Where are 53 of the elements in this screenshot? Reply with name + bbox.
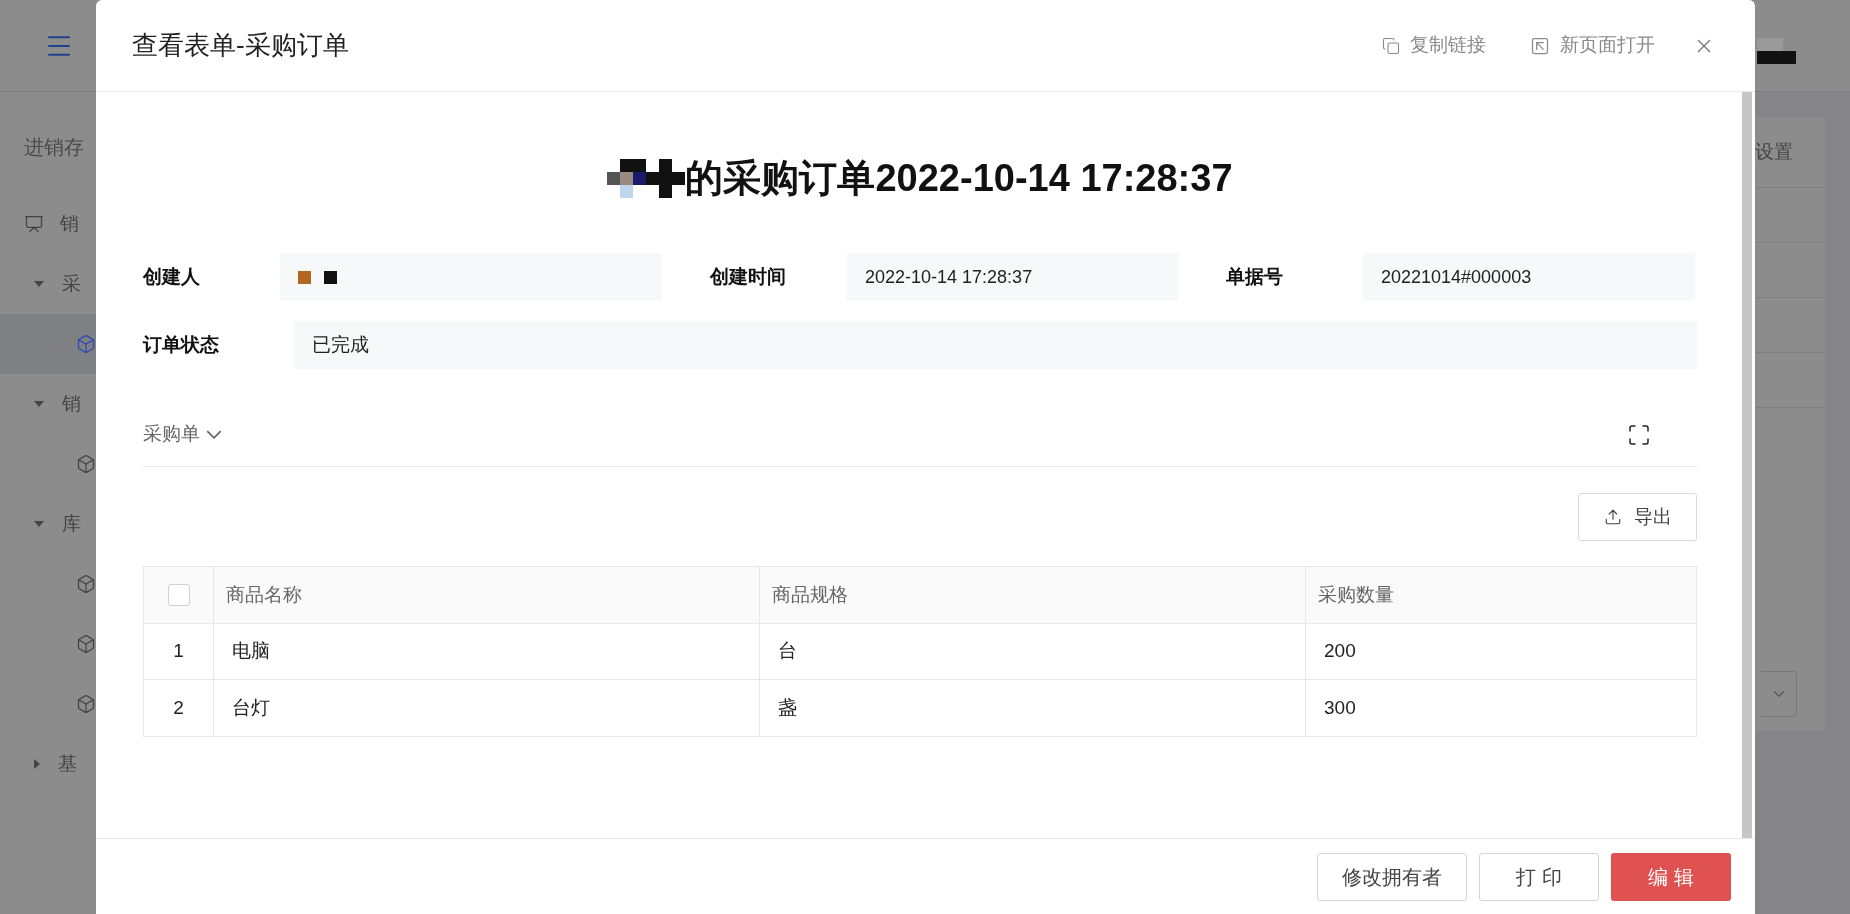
table-cell-text: 300 bbox=[1324, 695, 1356, 720]
caret-icon[interactable] bbox=[34, 281, 44, 287]
field-label: 创建人 bbox=[143, 264, 201, 289]
field-value: 2022-10-14 17:28:37 bbox=[847, 253, 1178, 301]
row-number: 1 bbox=[173, 639, 184, 664]
caret-icon[interactable] bbox=[34, 401, 44, 407]
chevron-down-icon bbox=[206, 430, 222, 439]
dialog-title: 查看表单-采购订单 bbox=[132, 29, 349, 62]
column-header: 采购数量 bbox=[1318, 582, 1394, 607]
table-cell-text: 台灯 bbox=[232, 695, 270, 720]
table-cell-text: 盏 bbox=[778, 695, 797, 720]
column-header: 商品规格 bbox=[772, 582, 848, 607]
sidebar-item[interactable]: 库 bbox=[62, 509, 81, 539]
table-cell-text: 台 bbox=[778, 639, 797, 664]
caret-icon[interactable] bbox=[34, 521, 44, 527]
sidebar-title: 进销存 bbox=[23, 135, 85, 160]
cube-icon[interactable] bbox=[76, 694, 96, 714]
edit-button[interactable]: 编 辑 bbox=[1611, 852, 1731, 901]
action-button[interactable]: 修改拥有者 bbox=[1317, 852, 1467, 901]
sidebar-item[interactable]: 销 bbox=[62, 389, 81, 419]
table-cell-text: 200 bbox=[1324, 639, 1356, 664]
presentation-icon bbox=[24, 214, 44, 234]
action-button[interactable]: 打 印 bbox=[1479, 852, 1599, 901]
redacted-name-block bbox=[298, 270, 337, 284]
cube-icon[interactable] bbox=[76, 334, 96, 354]
caret-icon[interactable] bbox=[34, 759, 40, 769]
upload-icon bbox=[1603, 508, 1622, 526]
export-button[interactable]: 导出 bbox=[1578, 493, 1697, 541]
field-label: 订单状态 bbox=[143, 332, 220, 357]
open-new-page-button[interactable]: 新页面打开 bbox=[1530, 31, 1655, 60]
redacted-name-block bbox=[1757, 38, 1796, 64]
copy-icon bbox=[1382, 35, 1400, 56]
checkbox[interactable] bbox=[167, 584, 190, 606]
table-cell-text: 电脑 bbox=[232, 639, 270, 664]
cube-icon[interactable] bbox=[76, 454, 96, 474]
form-heading: 的采购订单2022-10-14 17:28:37 bbox=[685, 156, 1233, 201]
open-window-icon bbox=[1530, 35, 1550, 56]
sidebar-item[interactable]: 销 bbox=[60, 209, 79, 239]
row-number: 2 bbox=[173, 695, 184, 720]
field-value: 20221014#000003 bbox=[1363, 253, 1695, 301]
sidebar-item[interactable]: 基 bbox=[58, 749, 77, 779]
scrollbar[interactable] bbox=[1742, 92, 1752, 838]
tab-label[interactable]: 设置 bbox=[1755, 138, 1793, 167]
field-label: 单据号 bbox=[1226, 264, 1284, 289]
field-value: 已完成 bbox=[294, 321, 1697, 369]
sidebar-item[interactable]: 采 bbox=[62, 269, 81, 299]
cube-icon[interactable] bbox=[76, 634, 96, 654]
copy-link-button[interactable]: 复制链接 bbox=[1382, 31, 1486, 60]
field-label: 创建时间 bbox=[710, 264, 787, 289]
fullscreen-icon[interactable] bbox=[1627, 422, 1651, 447]
column-header: 商品名称 bbox=[226, 582, 302, 607]
cube-icon[interactable] bbox=[76, 574, 96, 594]
tab[interactable]: 采购单 bbox=[143, 420, 222, 449]
